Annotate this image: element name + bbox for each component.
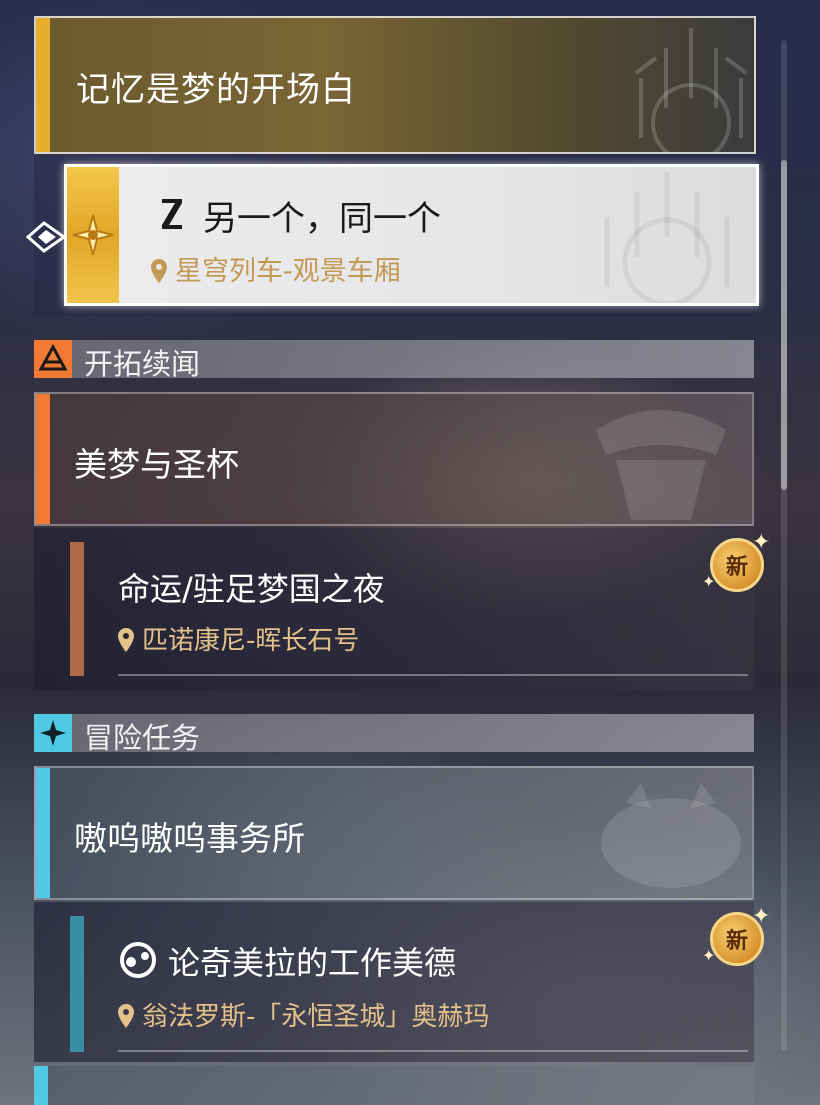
- group-accent: [34, 1066, 48, 1105]
- trailblaze-icon: [34, 340, 72, 378]
- quest-item-location-text: 翁法罗斯-「永恒圣城」奥赫玛: [142, 1002, 490, 1032]
- selected-quest-location-text: 星穹列车-观景车厢: [175, 256, 401, 287]
- main-quest-emblem-icon: [634, 28, 748, 152]
- selected-card-emblem-icon: [604, 172, 730, 303]
- main-quest-accent: [36, 18, 50, 152]
- selected-quest-card[interactable]: 另一个，同一个 星穹列车-观景车厢: [64, 164, 759, 306]
- category-bar-trailblaze: 开拓续闻: [34, 340, 754, 381]
- dreamscape-emblem-icon: [596, 410, 726, 520]
- quest-group-header[interactable]: 嗷呜嗷呜事务所: [34, 766, 754, 900]
- quest-item[interactable]: 论奇美拉的工作美德 翁法罗斯-「永恒圣城」奥赫玛: [34, 902, 754, 1062]
- category-bar-adventure: 冒险任务: [34, 714, 754, 755]
- main-quest-title: 记忆是梦的开场白: [76, 70, 356, 110]
- quest-item-location: 翁法罗斯-「永恒圣城」奥赫玛: [118, 996, 489, 1033]
- next-quest-group-peek[interactable]: [34, 1066, 754, 1105]
- quest-item[interactable]: 命运/驻足梦国之夜 匹诺康尼-晖长石号: [34, 528, 754, 690]
- category-label: 开拓续闻: [84, 347, 201, 381]
- quest-group-title: 美梦与圣杯: [74, 445, 239, 484]
- star-emblem-icon: [72, 214, 114, 256]
- quest-group-header[interactable]: 美梦与圣杯: [34, 392, 754, 526]
- item-divider: [118, 674, 748, 676]
- sparkle-icon: ✦: [752, 904, 771, 929]
- quest-item-title: 命运/驻足梦国之夜: [118, 570, 385, 608]
- item-divider: [118, 1050, 748, 1052]
- hourglass-icon: [162, 199, 182, 229]
- quest-item-location: 匹诺康尼-晖长石号: [118, 620, 359, 657]
- quest-item-title: 论奇美拉的工作美德: [168, 944, 457, 982]
- main-quest-header[interactable]: 记忆是梦的开场白: [34, 16, 756, 154]
- quest-group-title: 嗷呜嗷呜事务所: [74, 819, 305, 858]
- sparkle-icon: ✦: [702, 946, 716, 965]
- quest-type-strip: [67, 167, 119, 303]
- sparkle-icon: ✦: [702, 572, 716, 591]
- adventure-icon: [34, 714, 72, 752]
- item-accent: [70, 916, 84, 1052]
- chimera-quest-icon: [120, 942, 156, 978]
- group-accent: [36, 768, 50, 898]
- location-pin-icon: [118, 1004, 134, 1028]
- sparkle-icon: ✦: [752, 530, 771, 555]
- quest-item-location-text: 匹诺康尼-晖长石号: [142, 626, 360, 656]
- item-accent: [70, 542, 84, 676]
- location-pin-icon: [118, 628, 134, 652]
- category-label: 冒险任务: [84, 721, 201, 755]
- group-accent: [36, 394, 50, 524]
- selected-quest-location: 星穹列车-观景车厢: [151, 249, 401, 288]
- selected-quest-title: 另一个，同一个: [203, 199, 441, 239]
- selection-arrow-icon: [26, 221, 66, 253]
- beast-emblem-icon: [601, 783, 741, 888]
- scrollbar-thumb[interactable]: [781, 160, 787, 490]
- location-pin-icon: [151, 259, 167, 283]
